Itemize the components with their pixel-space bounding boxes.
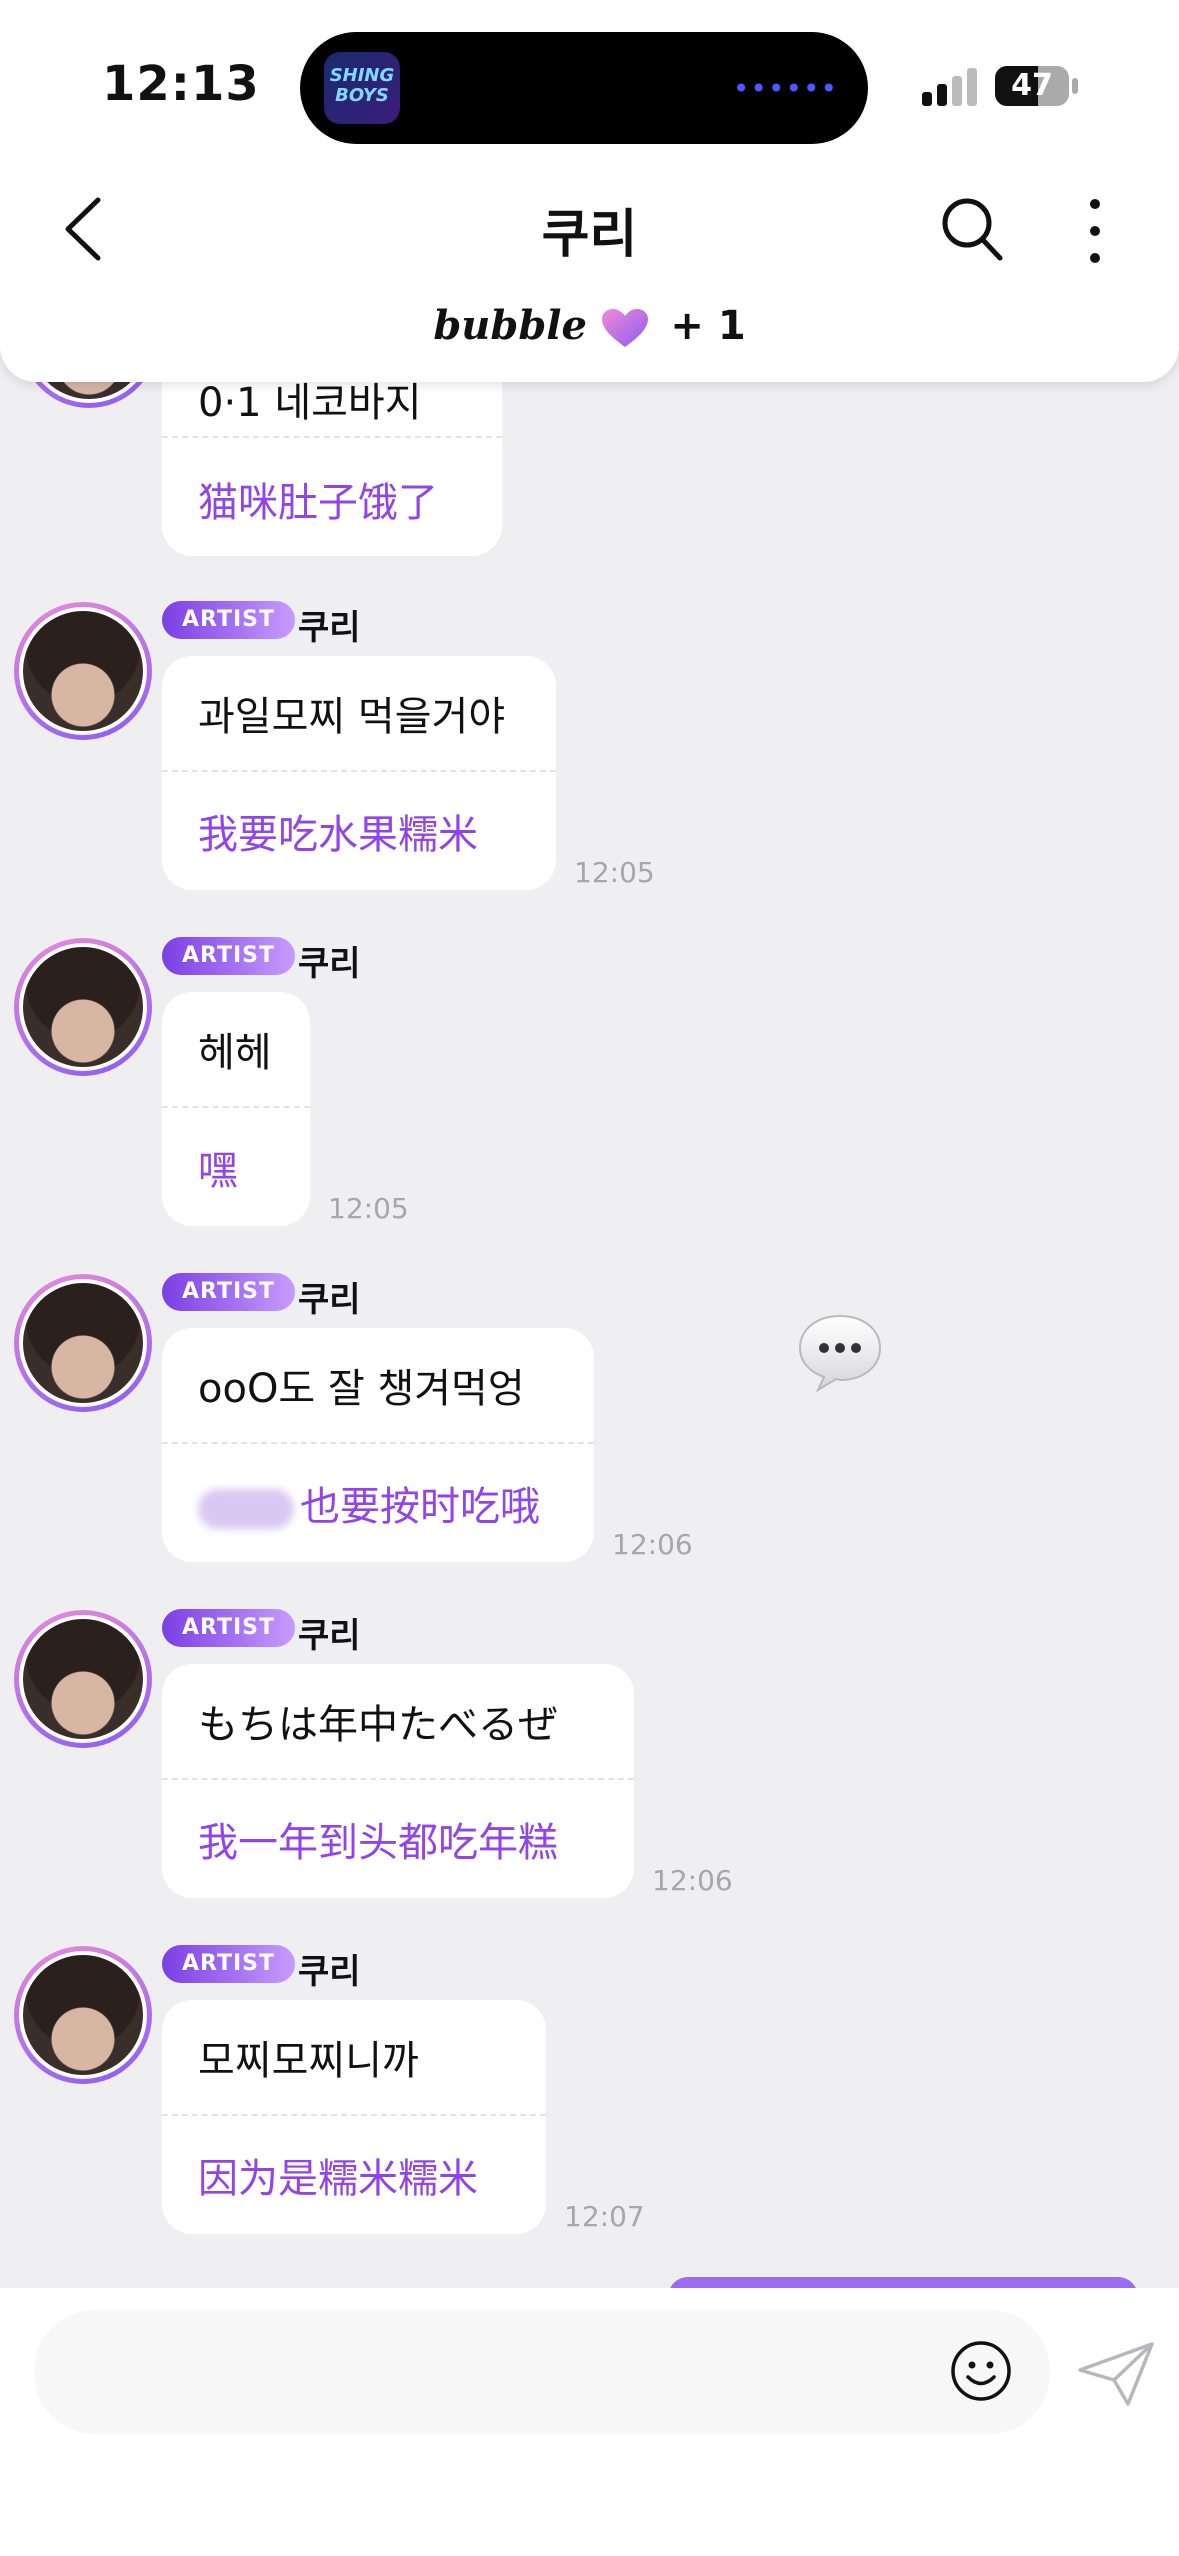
message-card: 헤헤 嘿 bbox=[162, 992, 310, 1226]
avatar[interactable] bbox=[14, 938, 152, 1076]
timestamp: 12:05 bbox=[328, 1192, 409, 1225]
message-korean: 헤헤 bbox=[198, 1030, 272, 1076]
message-translation: 我要吃水果糯米 bbox=[198, 812, 478, 858]
artist-badge: ARTIST bbox=[162, 601, 296, 639]
bubble-subscription[interactable]: bubble + 1 bbox=[0, 302, 1179, 349]
message-card: 모찌모찌니까 因为是糯米糯米 bbox=[162, 2000, 546, 2234]
timestamp: 12:06 bbox=[612, 1528, 693, 1561]
avatar[interactable] bbox=[14, 1946, 152, 2084]
timestamp: 12:05 bbox=[574, 856, 655, 889]
avatar[interactable] bbox=[14, 1274, 152, 1412]
smiley-icon[interactable] bbox=[950, 2340, 1012, 2402]
status-time: 12:13 bbox=[102, 56, 260, 112]
message-input-bar bbox=[0, 2288, 1179, 2556]
sender-name: 쿠리 bbox=[298, 1280, 361, 1320]
sender-name: 쿠리 bbox=[298, 1616, 361, 1656]
bubble-count: + 1 bbox=[670, 303, 746, 349]
avatar[interactable] bbox=[14, 602, 152, 740]
app-logo: SHING BOYS bbox=[324, 52, 400, 124]
message-card: 과일모찌 먹을거야 我要吃水果糯米 bbox=[162, 656, 556, 890]
artist-badge: ARTIST bbox=[162, 1945, 296, 1983]
audio-wave-icon: •••••• bbox=[732, 72, 838, 105]
message-korean: 과일모찌 먹을거야 bbox=[198, 694, 506, 740]
message-translation: 嘿 bbox=[198, 1148, 238, 1194]
timestamp: 12:07 bbox=[564, 2200, 645, 2233]
battery-level: 47 bbox=[1011, 68, 1053, 103]
search-icon[interactable] bbox=[940, 194, 1004, 264]
bubble-label: bubble bbox=[433, 302, 587, 349]
redacted-name bbox=[198, 1489, 294, 1529]
artist-badge: ARTIST bbox=[162, 1273, 296, 1311]
paper-plane-icon[interactable] bbox=[1076, 2340, 1156, 2408]
more-vertical-icon[interactable] bbox=[1080, 196, 1110, 266]
message-korean: もちは年中たべるぜ bbox=[198, 1702, 558, 1748]
message-card: ooO도 잘 챙겨먹엉 也要按时吃哦 bbox=[162, 1328, 594, 1562]
battery-icon: 47 bbox=[995, 66, 1069, 106]
message-translation: 也要按时吃哦 bbox=[198, 1474, 540, 1532]
heart-icon bbox=[601, 309, 648, 347]
message-input[interactable] bbox=[34, 2310, 1050, 2434]
sender-name: 쿠리 bbox=[298, 608, 361, 648]
sender-name: 쿠리 bbox=[298, 1952, 361, 1992]
message-korean: ooO도 잘 챙겨먹엉 bbox=[198, 1366, 525, 1412]
message-korean: 모찌모찌니까 bbox=[198, 2038, 419, 2084]
sender-name: 쿠리 bbox=[298, 944, 361, 984]
speech-bubble-icon[interactable] bbox=[796, 1312, 884, 1392]
dynamic-island[interactable]: SHING BOYS •••••• bbox=[300, 32, 868, 144]
timestamp: 12:06 bbox=[652, 1864, 733, 1897]
artist-badge: ARTIST bbox=[162, 1609, 296, 1647]
signal-icon bbox=[922, 66, 982, 106]
artist-badge: ARTIST bbox=[162, 937, 296, 975]
message-card: もちは年中たべるぜ 我一年到头都吃年糕 bbox=[162, 1664, 634, 1898]
message-translation: 因为是糯米糯米 bbox=[198, 2156, 478, 2202]
status-bar: 12:13 SHING BOYS •••••• 47 bbox=[0, 0, 1179, 170]
avatar[interactable] bbox=[14, 1610, 152, 1748]
chat-header: 쿠리 bubble + 1 bbox=[0, 160, 1179, 382]
message-translation: 我一年到头都吃年糕 bbox=[198, 1820, 558, 1866]
message-translation: 猫咪肚子饿了 bbox=[198, 480, 438, 526]
